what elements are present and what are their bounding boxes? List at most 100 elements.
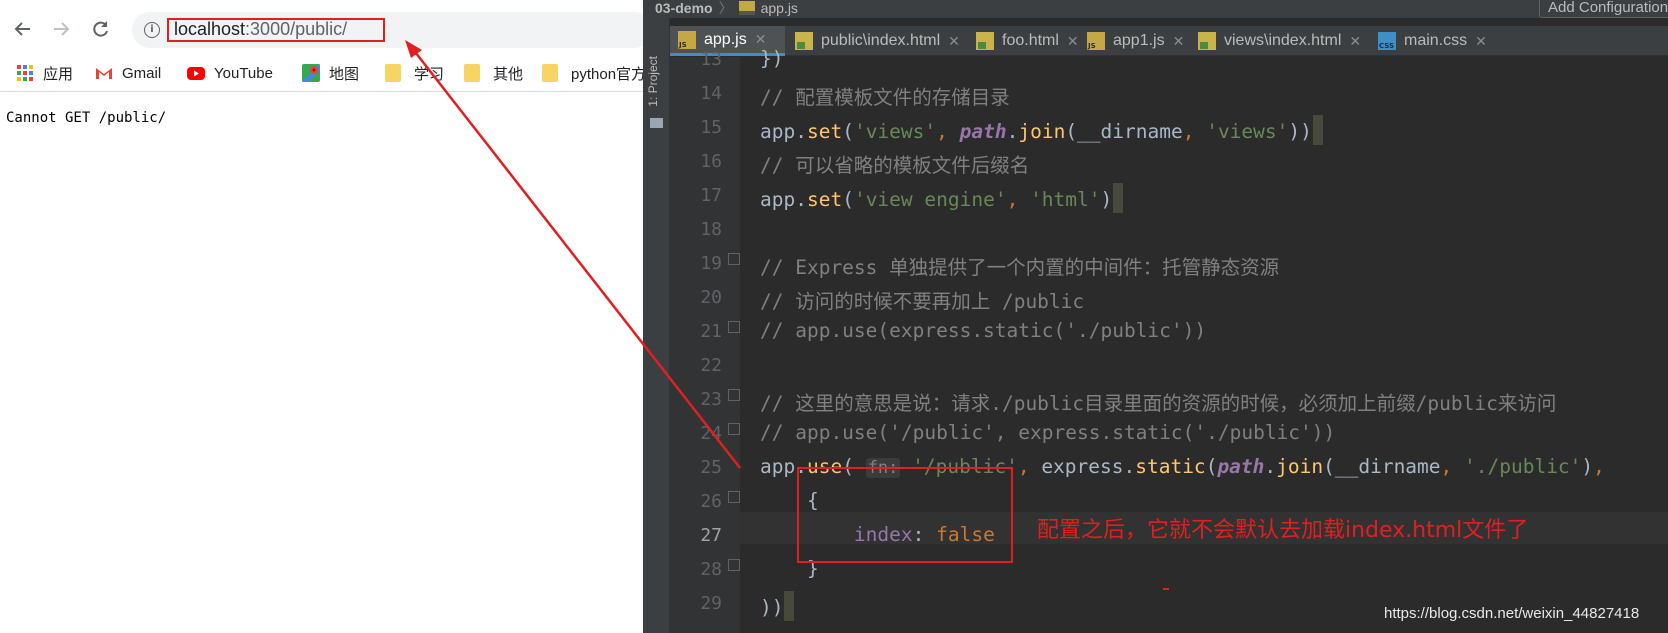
ide-navigation-bar: 03-demo 〉 app.js Add Configuration... [643, 0, 1668, 18]
tab-label: app.js [704, 30, 747, 48]
bookmark-youtube[interactable]: YouTube [187, 61, 273, 85]
breadcrumb-project[interactable]: 03-demo [655, 0, 713, 16]
tab-label: views\index.html [1224, 32, 1342, 49]
folder-icon [464, 64, 480, 82]
tab-label: public\index.html [821, 32, 941, 49]
fold-marker-icon[interactable] [728, 389, 740, 401]
line-number: 19 [700, 253, 722, 274]
maps-icon [302, 64, 320, 82]
tab-foo-html[interactable]: foo.html ✕ [968, 26, 1079, 56]
code-line-20: // 访问的时候不要再加上 /public [760, 290, 1085, 313]
forward-button[interactable] [48, 16, 74, 42]
code-line-23: // 这里的意思是说：请求./public目录里面的资源的时候，必须加上前缀/p… [760, 392, 1557, 415]
close-icon[interactable]: ✕ [1349, 33, 1361, 50]
js-file-icon: JS [1087, 32, 1105, 50]
reload-button[interactable] [88, 16, 114, 42]
line-number: 26 [700, 491, 722, 512]
bookmark-label: python官方 [571, 65, 643, 83]
bookmark-label: 地图 [329, 65, 360, 83]
info-icon[interactable]: i [144, 22, 160, 38]
side-tool-strip: 1: Project [643, 18, 670, 633]
line-number: 17 [700, 185, 722, 206]
bookmark-folder-study[interactable]: 学习 [385, 61, 444, 85]
fold-marker-icon[interactable] [728, 491, 740, 503]
back-button[interactable] [10, 16, 36, 42]
annotation-text: 配置之后，它就不会默认去加载index.html文件了 [1037, 518, 1529, 543]
bookmarks-bar: 应用 Gmail YouTube 地图 学习 其他 python官方 [0, 56, 643, 92]
close-icon[interactable]: ✕ [1067, 33, 1079, 50]
options-highlight-box [797, 467, 1013, 563]
bookmark-label: 应用 [43, 65, 74, 83]
line-number: 24 [700, 423, 722, 444]
code-line-16: // 可以省略的模板文件后缀名 [760, 154, 1030, 177]
breadcrumb-separator: 〉 [718, 0, 733, 16]
add-configuration-button[interactable]: Add Configuration... [1539, 0, 1668, 18]
code-line-21: // app.use(express.static('./public')) [760, 319, 1207, 342]
apps-grid-icon [17, 65, 33, 81]
arrow-right-icon [54, 22, 70, 36]
tab-label: app1.js [1113, 32, 1165, 49]
bookmark-gmail[interactable]: Gmail [95, 61, 161, 85]
folder-icon [542, 64, 558, 82]
code-line-15: app.set('views', path.join(__dirname, 'v… [760, 115, 1323, 145]
fold-marker-icon[interactable] [728, 423, 740, 435]
html-file-icon [976, 32, 994, 50]
fold-marker-icon[interactable] [728, 559, 740, 571]
page-error-message: Cannot GET /public/ [6, 110, 167, 126]
bookmark-label: Gmail [122, 64, 162, 82]
bookmark-apps[interactable]: 应用 [16, 61, 73, 85]
line-number-gutter[interactable]: 13 14 15 16 17 18 19 20 21 22 23 24 25 2… [670, 49, 740, 633]
tab-views-index-html[interactable]: views\index.html ✕ [1190, 26, 1361, 56]
tab-label: main.css [1404, 32, 1468, 49]
code-line-14: // 配置模板文件的存储目录 [760, 86, 1010, 109]
line-number: 28 [700, 559, 722, 580]
js-file-icon: JS [678, 30, 696, 49]
bookmark-label: YouTube [214, 64, 273, 82]
code-line-13: }) [760, 47, 784, 70]
line-number: 13 [700, 49, 722, 70]
bookmark-label: 其他 [493, 65, 524, 83]
line-number: 23 [700, 389, 722, 410]
line-number: 21 [700, 321, 722, 342]
bookmark-folder-python[interactable]: python官方 [542, 61, 643, 85]
breadcrumb-file[interactable]: app.js [761, 0, 798, 16]
html-file-icon [795, 32, 813, 50]
red-mark [1163, 588, 1169, 590]
browser-toolbar: i localhost:3000/public/ [0, 0, 643, 58]
code-line-29: )) [760, 591, 795, 621]
code-line-24: // app.use('/public', express.static('./… [760, 421, 1336, 444]
tab-main-css[interactable]: CSS main.css ✕ [1370, 26, 1487, 56]
js-file-icon [738, 1, 755, 15]
html-file-icon [1198, 32, 1216, 50]
close-icon[interactable]: ✕ [1475, 33, 1487, 50]
line-number: 22 [700, 355, 722, 376]
line-number: 29 [700, 593, 722, 614]
tab-label: foo.html [1002, 32, 1059, 49]
line-number-current: 27 [700, 525, 722, 546]
fold-marker-icon[interactable] [728, 321, 740, 333]
folder-icon [385, 64, 401, 82]
close-icon[interactable]: ✕ [948, 33, 960, 50]
bookmark-maps[interactable]: 地图 [302, 61, 359, 85]
code-line-19: // Express 单独提供了一个内置的中间件：托管静态资源 [760, 256, 1280, 279]
code-line-17: app.set('view engine', 'html') [760, 183, 1124, 213]
line-number: 18 [700, 219, 722, 240]
breadcrumb: 03-demo 〉 app.js [655, 0, 798, 18]
line-number: 15 [700, 117, 722, 138]
arrow-left-icon [14, 22, 30, 36]
project-panel-toggle[interactable]: 1: Project [646, 56, 666, 107]
project-folder-icon [650, 118, 663, 128]
tab-public-index-html[interactable]: public\index.html ✕ [787, 26, 960, 56]
css-file-icon: CSS [1378, 32, 1396, 50]
close-icon[interactable]: ✕ [1173, 33, 1185, 50]
fold-marker-icon[interactable] [728, 253, 740, 265]
url-highlight-box [167, 18, 385, 42]
bookmark-label: 学习 [414, 65, 445, 83]
reload-icon [93, 21, 108, 37]
gmail-icon [96, 68, 112, 79]
close-icon[interactable]: ✕ [755, 31, 767, 48]
line-number: 14 [700, 83, 722, 104]
watermark: https://blog.csdn.net/weixin_44827418 [1384, 605, 1640, 622]
tab-app1-js[interactable]: JS app1.js ✕ [1079, 26, 1184, 56]
bookmark-folder-other[interactable]: 其他 [464, 61, 523, 85]
